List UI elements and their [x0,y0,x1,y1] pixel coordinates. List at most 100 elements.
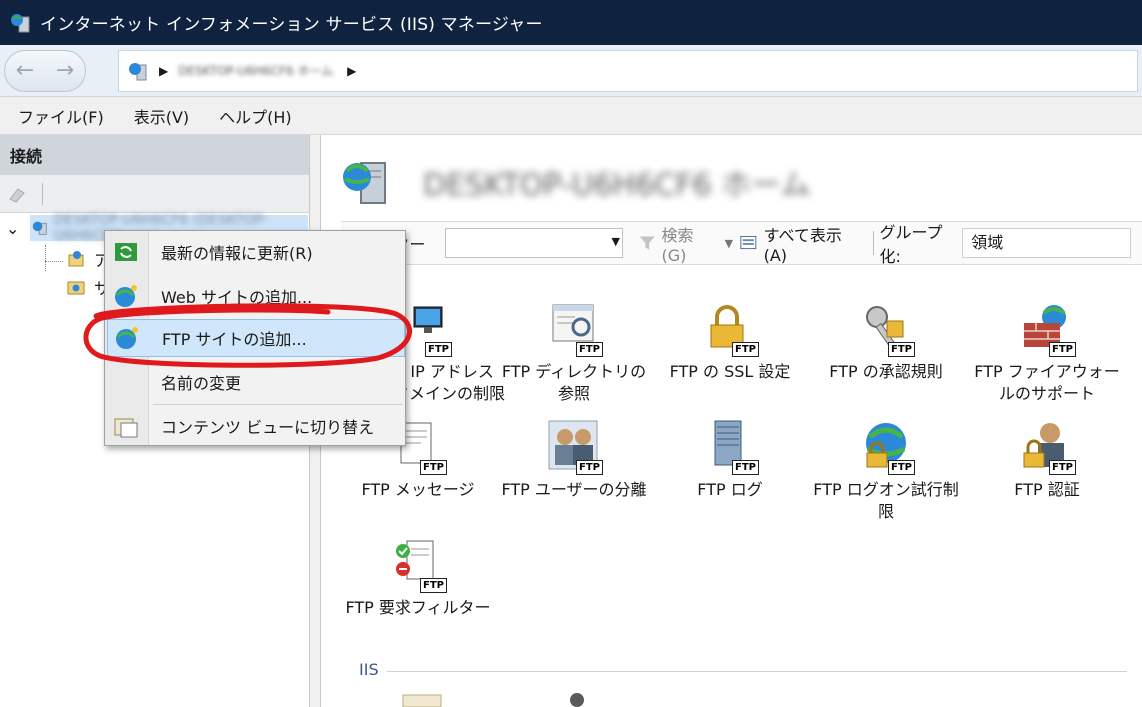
refresh-icon [113,239,139,265]
ftp-badge: FTP [1049,342,1076,357]
menu-item-label: 名前の変更 [161,374,242,393]
feature-label: FTP ディレクトリの参照 [501,362,647,403]
user-lock-icon: FTP [1020,419,1076,475]
filter-input[interactable] [445,228,623,258]
server-title: DESKTOP-U6H6CF6 ホーム [423,168,811,203]
directory-browsing-icon: FTP [547,301,603,357]
ftp-badge: FTP [576,342,603,357]
feature-label: FTP 要求フィルター [345,598,491,617]
breadcrumb-chevron-icon[interactable]: ▶ [159,64,168,78]
breadcrumb-server[interactable]: DESKTOP-U6H6CF6 ホーム [178,62,333,79]
feature-ftp-logging[interactable]: FTP FTP ログ [655,419,805,501]
page-title: DESKTOP-U6H6CF6 ホーム [339,155,810,209]
section-iis-header: IIS [359,660,379,679]
ftp-badge: FTP [420,460,447,475]
breadcrumb-chevron-icon[interactable]: ▶ [347,64,356,78]
firewall-icon: FTP [1020,301,1076,357]
connections-header: 接続 [0,135,309,175]
feature-label: FTP ユーザーの分離 [501,480,647,499]
nav-buttons: ← → [4,49,86,92]
breadcrumb[interactable]: ▶ DESKTOP-U6H6CF6 ホーム ▶ [118,49,1138,92]
feature-label: FTP の SSL 設定 [669,362,791,381]
feature-label: FTP ログオン試行制限 [813,480,959,521]
window-title: インターネット インフォメーション サービス (IIS) マネージャー [40,15,543,35]
feature-ftp-logon-attempt-restrictions[interactable]: FTP FTP ログオン試行制限 [811,419,961,523]
show-all-button[interactable]: すべて表示(A) [764,222,859,265]
feature-label: FTP 認証 [1014,480,1080,499]
menu-item-label: コンテンツ ビューに切り替え [161,418,375,437]
feature-ftp-firewall-support[interactable]: FTP FTP ファイアウォールのサポート [967,301,1127,405]
server-globe-icon [32,221,47,235]
menu-file[interactable]: ファイル(F) [18,104,104,128]
menu-item-label: Web サイトの追加... [161,288,313,307]
connections-toolbar [0,175,309,213]
content-view-icon [113,413,139,439]
feature-ftp-authentication[interactable]: FTP FTP 認証 [967,419,1127,501]
group-by-select[interactable]: 領域 [962,228,1132,258]
title-bar: インターネット インフォメーション サービス (IIS) マネージャー [0,0,1142,45]
app-pool-icon [68,251,84,267]
toolbar-divider [42,182,43,205]
iis-app-icon [10,12,32,34]
feature-ftp-ssl-settings[interactable]: FTP FTP の SSL 設定 [655,301,805,383]
feature-ftp-user-isolation[interactable]: FTP FTP ユーザーの分離 [499,419,649,501]
feature-ftp-directory-browsing[interactable]: FTP FTP ディレクトリの参照 [499,301,649,405]
feature-label: FTP メッセージ [361,480,475,499]
ftp-badge: FTP [420,578,447,593]
connect-icon[interactable] [6,183,28,205]
address-bar: ← → ▶ DESKTOP-U6H6CF6 ホーム ▶ [0,45,1142,97]
menu-item-refresh[interactable]: 最新の情報に更新(R) [107,233,405,271]
menu-help[interactable]: ヘルプ(H) [219,104,292,128]
sites-folder-icon [67,281,85,295]
context-menu: 最新の情報に更新(R) Web サイトの追加... FTP サイトの追加... … [104,230,406,446]
ftp-badge: FTP [425,342,452,357]
blank-icon [113,369,139,395]
menu-item-add-ftp-site[interactable]: FTP サイトの追加... [107,319,405,357]
feature-ftp-authorization-rules[interactable]: FTP FTP の承認規則 [811,301,961,383]
search-dropdown-chevron-icon[interactable]: ▼ [725,237,733,250]
menu-view[interactable]: 表示(V) [134,104,189,128]
server-globe-icon [343,162,386,204]
filter-divider [872,231,874,255]
features-pane: DESKTOP-U6H6CF6 ホーム フィルター: 検索(G) ▼ すべて表示… [320,135,1142,707]
globe-add-icon [113,283,139,309]
padlock-icon: FTP [703,301,759,357]
menu-bar: ファイル(F) 表示(V) ヘルプ(H) [0,97,1142,135]
iis-feature-icon [402,694,442,707]
feature-label: FTP ログ [697,480,763,499]
forward-arrow-icon[interactable]: → [56,58,74,83]
ftp-badge: FTP [888,460,915,475]
menu-item-label: FTP サイトの追加... [162,330,307,349]
tree-line [45,245,46,271]
filter-bar: フィルター: 検索(G) ▼ すべて表示(A) グループ化: 領域 [341,221,1142,266]
group-by-label: グループ化: [879,223,943,266]
globe-lock-icon: FTP [859,419,915,475]
tree-line [45,261,63,262]
ftp-badge: FTP [732,342,759,357]
ftp-badge: FTP [576,460,603,475]
users-icon: FTP [547,419,603,475]
section-divider [387,671,1127,672]
show-all-icon [740,235,757,250]
search-button[interactable]: 検索(G) [661,222,714,265]
menu-item-rename[interactable]: 名前の変更 [107,363,405,401]
feature-label: FTP ファイアウォールのサポート [974,362,1120,403]
ftp-badge: FTP [732,460,759,475]
feature-ftp-request-filtering[interactable]: FTP FTP 要求フィルター [343,537,493,619]
globe-add-icon [114,325,140,351]
ftp-badge: FTP [1049,460,1076,475]
back-arrow-icon[interactable]: ← [16,58,34,83]
feature-label: FTP の承認規則 [829,362,943,381]
iis-user-icon [570,693,584,707]
menu-item-switch-content-view[interactable]: コンテンツ ビューに切り替え [107,407,405,445]
server-globe-icon [129,62,147,80]
ftp-badge: FTP [888,342,915,357]
log-notebook-icon: FTP [703,419,759,475]
menu-item-label: 最新の情報に更新(R) [161,244,313,263]
menu-item-add-website[interactable]: Web サイトの追加... [107,277,405,315]
funnel-icon [639,236,655,250]
menu-separator [153,404,403,405]
tree-expand-chevron-icon[interactable]: ⌄ [6,219,19,238]
key-icon: FTP [859,301,915,357]
request-filter-icon: FTP [391,537,447,593]
